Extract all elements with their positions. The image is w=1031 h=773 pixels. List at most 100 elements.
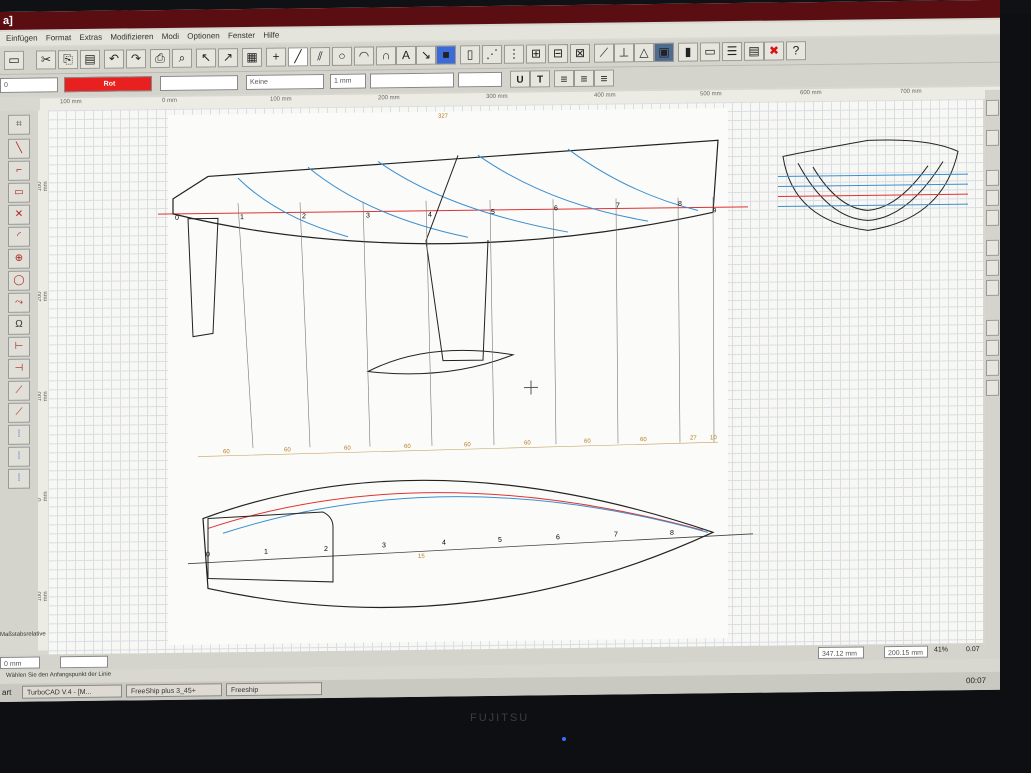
menu-einfuegen[interactable]: Einfügen [6,34,38,43]
folder-icon[interactable]: ▮ [678,42,698,62]
block-icon[interactable]: ⊠ [570,43,590,64]
circle-tool-icon[interactable]: ⊕ [8,248,30,269]
tile-icon[interactable]: ▤ [744,41,764,61]
scale-select[interactable] [458,71,502,88]
snap-mode-icon[interactable] [986,339,999,356]
snap-mode-icon[interactable] [986,259,999,276]
snap-mode-icon[interactable] [986,319,999,336]
calculator-icon[interactable]: ▦ [242,47,262,68]
grid-snap-icon[interactable]: ⋮ [504,44,524,64]
layer-icon[interactable]: ▯ [460,45,480,65]
text-icon[interactable]: A [396,45,416,66]
snap-mode-icon[interactable] [986,209,999,226]
line-tool-icon[interactable]: ╲ [8,138,30,159]
zoom-icon[interactable]: ⌕ [172,48,192,68]
list-icon[interactable]: ☰ [722,41,742,62]
print-icon[interactable]: ⎙ [150,48,170,69]
drawing-canvas[interactable]: 0 1 2 3 4 5 6 7 8 9 327 60 60 60 60 60 6… [48,98,983,656]
redo-icon[interactable]: ↷ [126,49,146,69]
undo-icon[interactable]: ↶ [104,49,124,69]
task-turbocad[interactable]: TurboCAD V.4 - [M... [22,684,122,699]
close-drawing-icon[interactable]: ✖ [764,41,784,61]
dimension-icon[interactable]: ↘ [416,45,436,65]
coord-x-field: 347.12 mm [818,646,864,660]
underline-button[interactable]: U [510,70,530,88]
menu-fenster[interactable]: Fenster [228,31,255,40]
angle-icon[interactable]: △ [634,43,654,63]
group-icon[interactable]: ⊟ [548,44,568,64]
arc-tool-icon[interactable]: ◜ [8,226,30,247]
select-arrow-alt-icon[interactable]: ↗ [218,48,238,68]
snap-mode-icon[interactable] [986,189,999,206]
magnet-tool-icon[interactable]: Ω [8,314,30,335]
polyline-tool-icon[interactable]: ⌐ [8,160,30,181]
curve-icon[interactable]: ∩ [376,46,396,66]
select-arrow-icon[interactable]: ↖ [196,48,216,68]
point-icon[interactable]: + [266,47,286,67]
color-select[interactable]: Rot [64,76,152,93]
help-icon[interactable]: ? [786,41,806,61]
measure-tool-icon[interactable]: ⊢ [8,336,30,357]
snap-mode-icon[interactable] [986,239,999,256]
spline-tool-icon[interactable]: ⤳ [8,292,30,313]
open-icon[interactable]: ▭ [4,50,24,70]
offset-tool-icon[interactable]: ⊣ [8,358,30,379]
align-left-icon[interactable]: ≡ [554,69,574,88]
drawing-tools-panel: ⌗ ╲ ⌐ ▭ ✕ ◜ ⊕ ◯ ⤳ Ω ⊢ ⊣ ⟋ ⟋ ⁞ ⁞ ⁞ [0,110,38,632]
linestyle-select[interactable] [160,75,238,92]
select-tool-icon[interactable]: ⌗ [8,114,30,135]
station-label: 8 [678,201,682,208]
double-line-icon[interactable]: ⫽ [310,46,330,67]
circle-icon[interactable]: ○ [332,46,352,66]
window-icon[interactable]: ▭ [700,42,720,62]
grid-tool-icon[interactable]: ⁞ [8,424,30,445]
trim-tool-icon[interactable]: ⟋ [8,380,30,401]
render-icon[interactable]: ▣ [654,42,674,63]
rectangle-tool-icon[interactable]: ▭ [8,182,30,203]
status-field[interactable] [60,655,108,669]
menu-extras[interactable]: Extras [79,33,102,42]
text-type-button[interactable]: T [530,70,550,88]
unit-field[interactable]: 0 mm [0,656,40,669]
grid3-tool-icon[interactable]: ⁞ [8,468,30,489]
layer-select[interactable]: 0 [0,77,58,93]
copy-icon[interactable]: ⎘ [58,50,78,70]
extend-tool-icon[interactable]: ⟋ [8,402,30,423]
ruler-label: 100 mm [60,99,82,106]
line-icon[interactable]: ╱ [288,47,308,67]
linewidth-select[interactable]: 1 mm [330,73,366,89]
snap-mode-icon[interactable] [986,99,999,116]
align-center-icon[interactable]: ≡ [574,69,594,87]
plan-station-label: 3 [382,542,386,549]
menu-optionen[interactable]: Optionen [187,31,219,40]
ellipse-tool-icon[interactable]: ◯ [8,270,30,291]
task-freeship-plus[interactable]: FreeShip plus 3_45+ [126,683,222,698]
snap-mode-icon[interactable] [986,279,999,296]
snap-icon[interactable]: ⋰ [482,44,502,65]
align-right-icon[interactable]: ≡ [594,69,614,87]
snap-mode-icon[interactable] [986,359,999,376]
arc-icon[interactable]: ◠ [354,46,374,66]
measure-icon[interactable]: ⊥ [614,43,634,63]
hatch-icon[interactable]: ■ [436,45,456,65]
cut-icon[interactable]: ✂ [36,50,56,70]
plan-station-label: 2 [324,546,328,553]
fill-select[interactable]: Keine [246,74,324,90]
task-freeship[interactable]: Freeship [226,682,322,697]
paste-icon[interactable]: ▤ [80,49,100,70]
snap-mode-icon[interactable] [986,379,999,396]
cross-tool-icon[interactable]: ✕ [8,204,30,225]
start-button[interactable]: art [2,688,11,697]
node-icon[interactable]: ⊞ [526,44,546,64]
ruler-label: 0 mm [162,97,177,105]
snap-mode-icon[interactable] [986,129,999,146]
snap-mode-icon[interactable] [986,169,999,186]
grid2-tool-icon[interactable]: ⁞ [8,446,30,467]
pattern-select[interactable] [370,72,454,89]
menu-modifizieren[interactable]: Modifizieren [110,32,153,42]
edit-tool-icon[interactable]: ⟋ [594,43,614,63]
menu-modi[interactable]: Modi [162,32,179,41]
station-label: 1 [240,214,244,221]
menu-format[interactable]: Format [46,33,71,42]
menu-hilfe[interactable]: Hilfe [263,31,279,40]
